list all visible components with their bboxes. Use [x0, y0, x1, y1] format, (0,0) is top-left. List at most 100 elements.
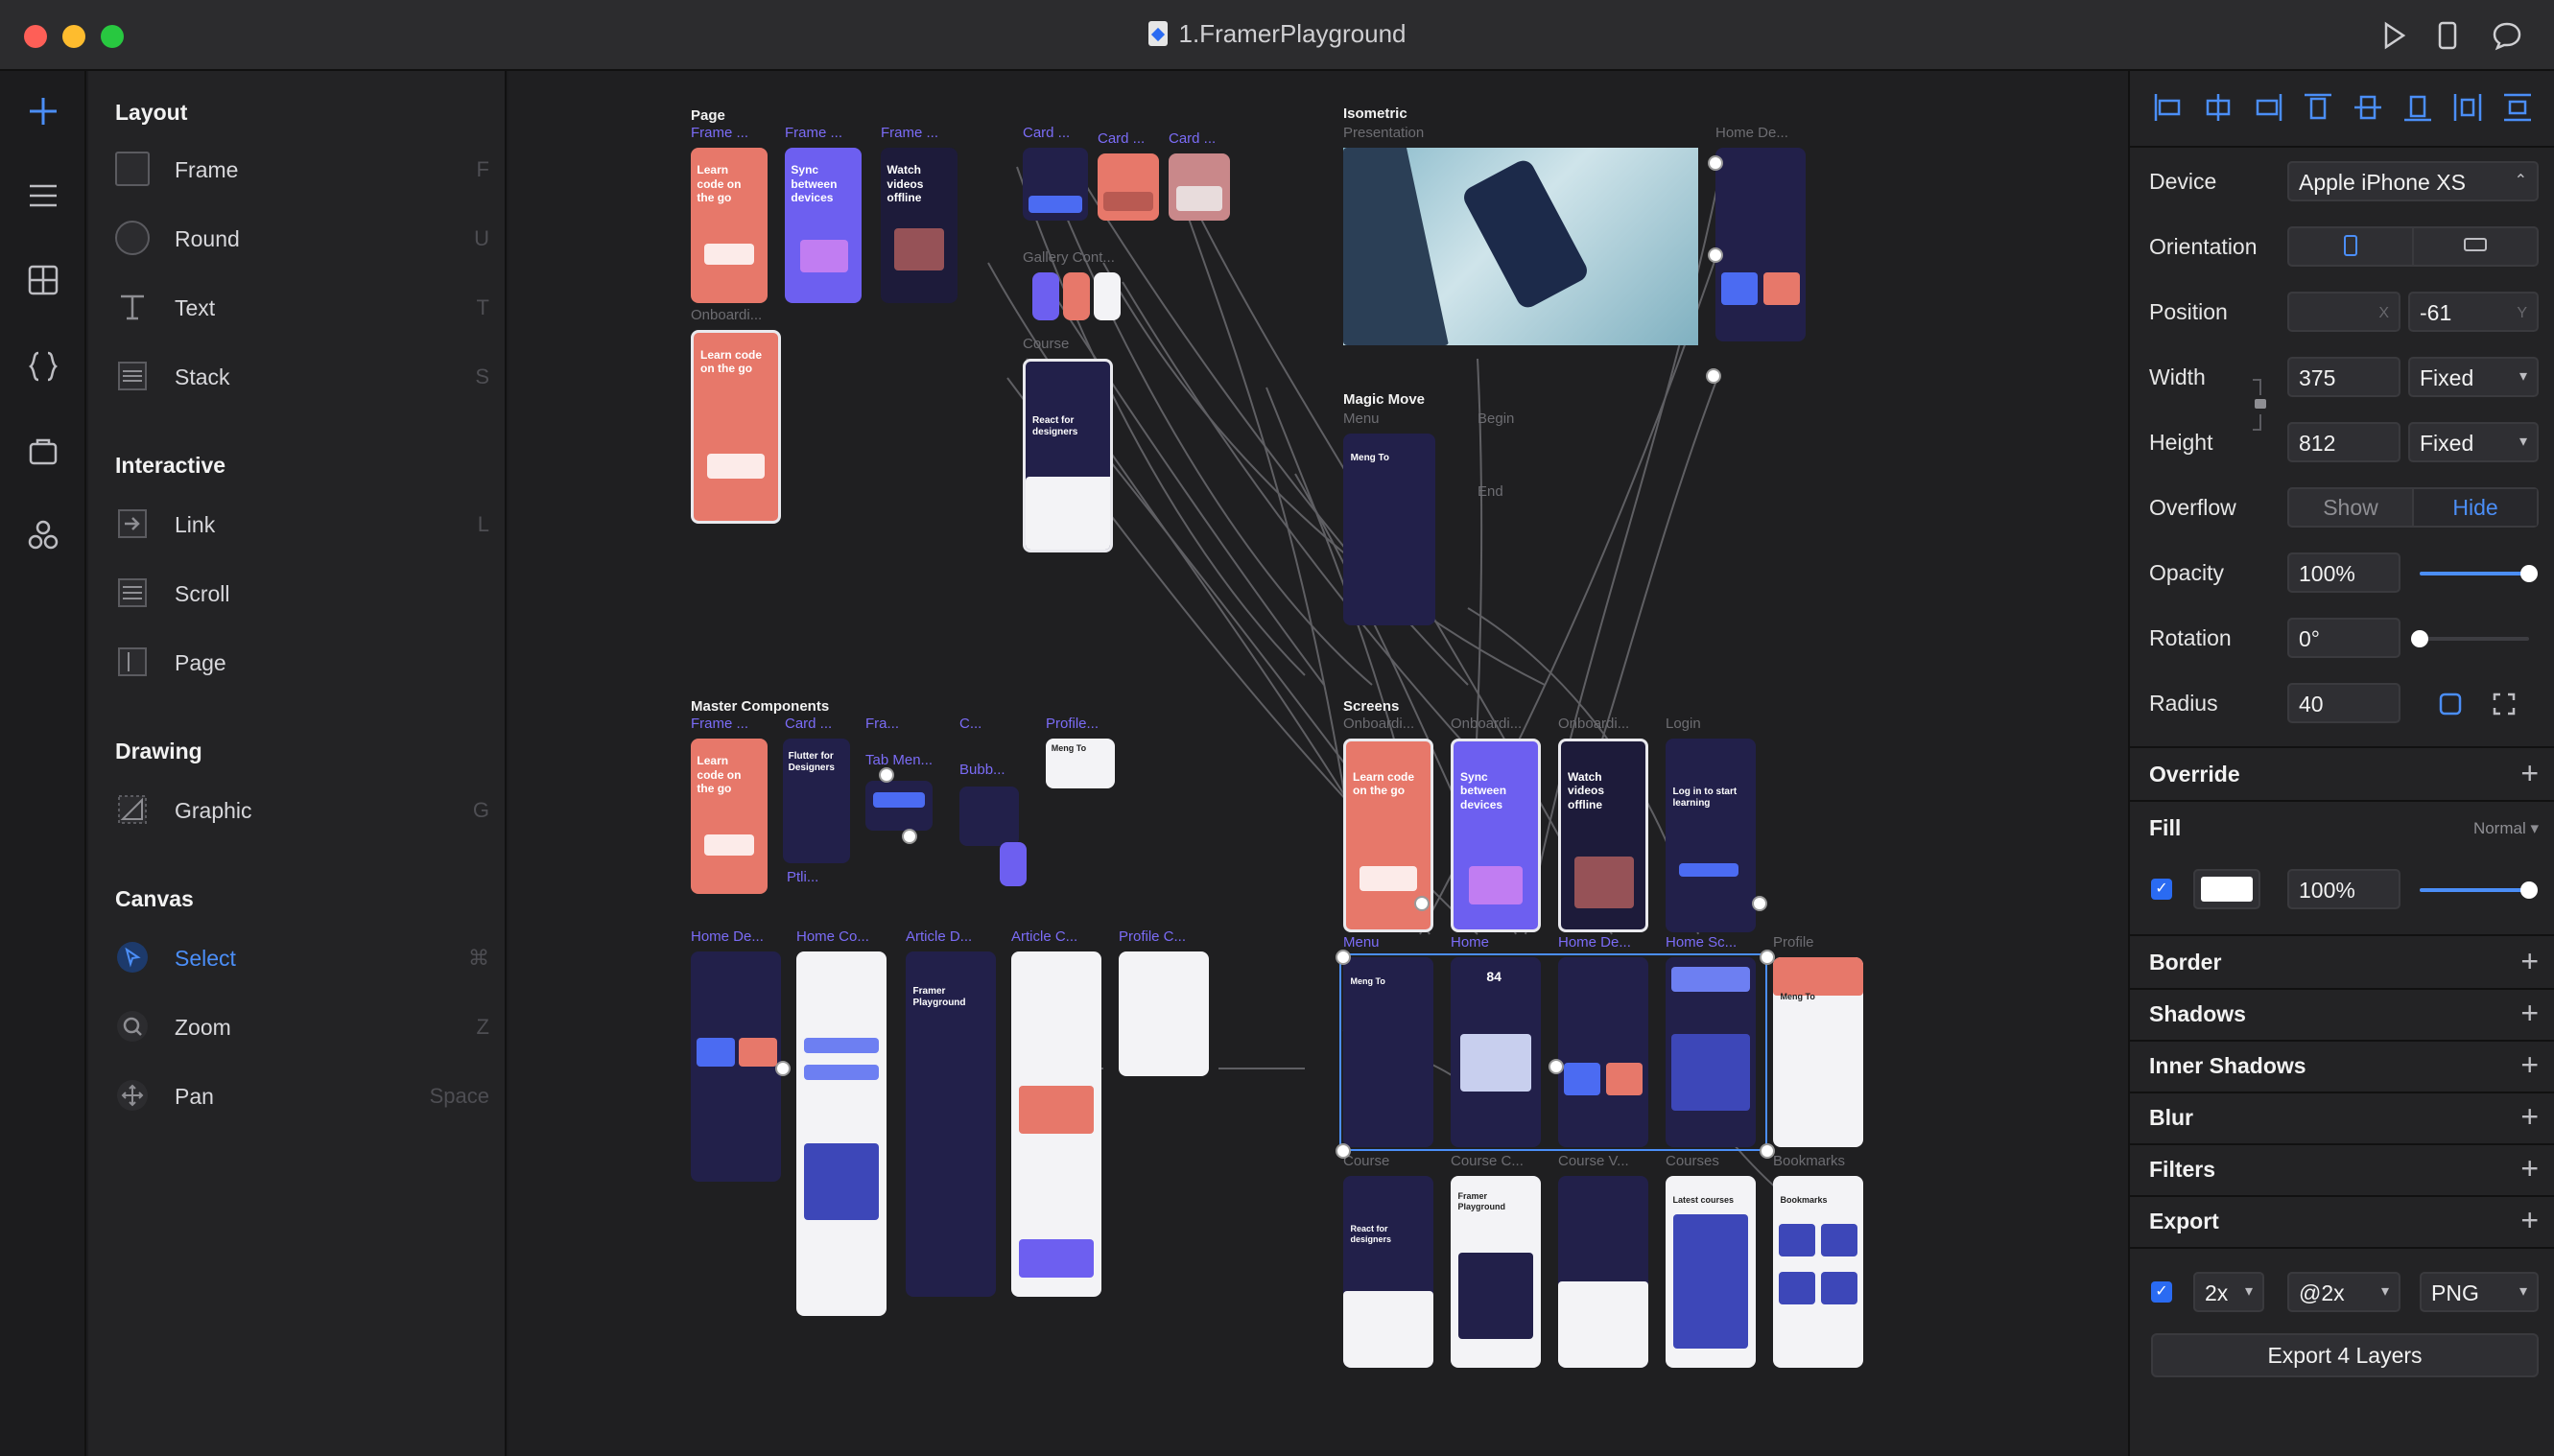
overflow-show-option[interactable]: Show — [2289, 489, 2414, 526]
export-scale-select[interactable]: 2x ▾ — [2193, 1272, 2264, 1312]
link-handle[interactable] — [1336, 950, 1351, 965]
link-handle[interactable] — [1706, 368, 1721, 384]
rotation-input[interactable]: 0° — [2287, 618, 2400, 658]
opacity-slider-knob[interactable] — [2520, 565, 2538, 582]
radius-input[interactable]: 40 — [2287, 683, 2400, 723]
frame-article-detail[interactable]: Framer Playground — [906, 951, 996, 1297]
add-shadow-icon[interactable]: + — [2520, 996, 2539, 1031]
tool-stack[interactable]: Stack S — [115, 351, 489, 401]
tool-link[interactable]: Link L — [115, 499, 489, 549]
device-icon[interactable] — [2431, 19, 2464, 52]
export-layers-button[interactable]: Export 4 Layers — [2151, 1333, 2539, 1377]
export-enabled-checkbox[interactable]: ✓ — [2151, 1281, 2172, 1303]
link-handle[interactable] — [1752, 896, 1767, 911]
screen-bookmarks[interactable]: Bookmarks — [1773, 1176, 1863, 1368]
frame-course[interactable]: React for designers — [1023, 359, 1113, 552]
frame-article-content[interactable] — [1011, 951, 1101, 1297]
tool-scroll[interactable]: Scroll — [115, 568, 489, 618]
link-handle[interactable] — [1760, 1143, 1775, 1159]
layers-icon[interactable] — [26, 178, 60, 213]
frame-home-detail-2[interactable] — [691, 951, 781, 1182]
fill-color-swatch[interactable] — [2193, 869, 2260, 909]
filters-section[interactable]: Filters + — [2130, 1143, 2554, 1195]
mc-profile[interactable]: Meng To — [1046, 739, 1115, 788]
isometric-presentation-image[interactable] — [1343, 148, 1698, 345]
mc-play-button[interactable] — [1000, 842, 1027, 886]
frame-onboarding-large[interactable]: Learn code on the go — [691, 330, 781, 524]
tool-pan[interactable]: Pan Space — [115, 1070, 489, 1120]
add-filter-icon[interactable]: + — [2520, 1151, 2539, 1186]
add-export-icon[interactable]: + — [2520, 1203, 2539, 1238]
mc-card-flutter[interactable]: Flutter for Designers — [783, 739, 850, 863]
tool-round[interactable]: Round U — [115, 213, 489, 263]
gallery-item[interactable] — [1032, 272, 1059, 320]
radius-uniform-icon[interactable] — [2437, 691, 2464, 717]
width-mode-select[interactable]: Fixed ▾ — [2408, 357, 2539, 397]
opacity-input[interactable]: 100% — [2287, 552, 2400, 593]
card-coral[interactable] — [1098, 153, 1159, 221]
frame-magic-menu[interactable]: Meng To — [1343, 434, 1435, 625]
export-section[interactable]: Export + — [2130, 1195, 2554, 1247]
align-bottom-icon[interactable] — [2400, 90, 2435, 125]
add-blur-icon[interactable]: + — [2520, 1099, 2539, 1135]
opacity-slider[interactable] — [2420, 565, 2538, 582]
orientation-portrait[interactable] — [2289, 228, 2414, 265]
align-right-icon[interactable] — [2251, 90, 2285, 125]
border-section[interactable]: Border + — [2130, 936, 2554, 988]
tool-zoom[interactable]: Zoom Z — [115, 1001, 489, 1051]
screen-home-detail[interactable] — [1558, 957, 1648, 1147]
grid-icon[interactable] — [26, 263, 60, 297]
position-x-input[interactable]: X — [2287, 292, 2400, 332]
aspect-lock-icon[interactable] — [2249, 376, 2272, 434]
add-override-icon[interactable]: + — [2520, 756, 2539, 791]
link-handle[interactable] — [1760, 950, 1775, 965]
rotation-slider[interactable] — [2411, 630, 2529, 647]
link-handle[interactable] — [1708, 247, 1723, 263]
card-flutter[interactable] — [1023, 148, 1088, 221]
fill-enabled-checkbox[interactable]: ✓ — [2151, 879, 2172, 900]
frame-onboarding-watch[interactable]: Watch videos offline — [881, 148, 958, 303]
plus-icon[interactable] — [26, 94, 60, 129]
link-handle[interactable] — [1336, 1143, 1351, 1159]
height-input[interactable]: 812 — [2287, 422, 2400, 462]
rotation-slider-knob[interactable] — [2411, 630, 2428, 647]
align-center-horizontal-icon[interactable] — [2201, 90, 2235, 125]
screen-course-video[interactable] — [1558, 1176, 1648, 1368]
align-left-icon[interactable] — [2151, 90, 2186, 125]
export-suffix-select[interactable]: @2x ▾ — [2287, 1272, 2400, 1312]
fill-blend-mode[interactable]: Normal ▾ — [2473, 819, 2539, 838]
tool-page[interactable]: Page — [115, 637, 489, 687]
frame-onboarding-sync[interactable]: Sync between devices — [785, 148, 862, 303]
inner-shadows-section[interactable]: Inner Shadows + — [2130, 1040, 2554, 1092]
link-handle[interactable] — [879, 767, 894, 783]
distribute-horizontal-icon[interactable] — [2450, 90, 2485, 125]
shadows-section[interactable]: Shadows + — [2130, 988, 2554, 1040]
tool-select[interactable]: Select ⌘ — [115, 932, 489, 982]
orientation-toggle[interactable] — [2287, 226, 2539, 267]
link-handle[interactable] — [1549, 1059, 1564, 1074]
frame-home-detail[interactable] — [1715, 148, 1806, 341]
overflow-hide-option[interactable]: Hide — [2414, 489, 2537, 526]
radius-individual-icon[interactable] — [2491, 691, 2518, 717]
frame-onboarding-learn[interactable]: Learn code on the go — [691, 148, 768, 303]
store-icon[interactable] — [26, 434, 60, 468]
add-border-icon[interactable]: + — [2520, 944, 2539, 979]
card-swift[interactable] — [1169, 153, 1230, 221]
screen-courses[interactable]: Latest courses — [1666, 1176, 1756, 1368]
tool-text[interactable]: Text T — [115, 282, 489, 332]
align-middle-vertical-icon[interactable] — [2351, 90, 2385, 125]
link-handle[interactable] — [1414, 896, 1430, 911]
screen-home[interactable]: 84 — [1451, 957, 1541, 1147]
code-icon[interactable] — [26, 349, 60, 384]
width-input[interactable]: 375 — [2287, 357, 2400, 397]
distribute-vertical-icon[interactable] — [2500, 90, 2535, 125]
screen-course-content[interactable]: Framer Playground — [1451, 1176, 1541, 1368]
gallery-item[interactable] — [1094, 272, 1121, 320]
tool-graphic[interactable]: Graphic G — [115, 785, 489, 834]
gallery-item[interactable] — [1063, 272, 1090, 320]
mc-bubble[interactable] — [959, 787, 1019, 846]
frame-profile-content[interactable] — [1119, 951, 1209, 1076]
fill-opacity-input[interactable]: 100% — [2287, 869, 2400, 909]
overflow-toggle[interactable]: Show Hide — [2287, 487, 2539, 528]
link-handle[interactable] — [902, 829, 917, 844]
